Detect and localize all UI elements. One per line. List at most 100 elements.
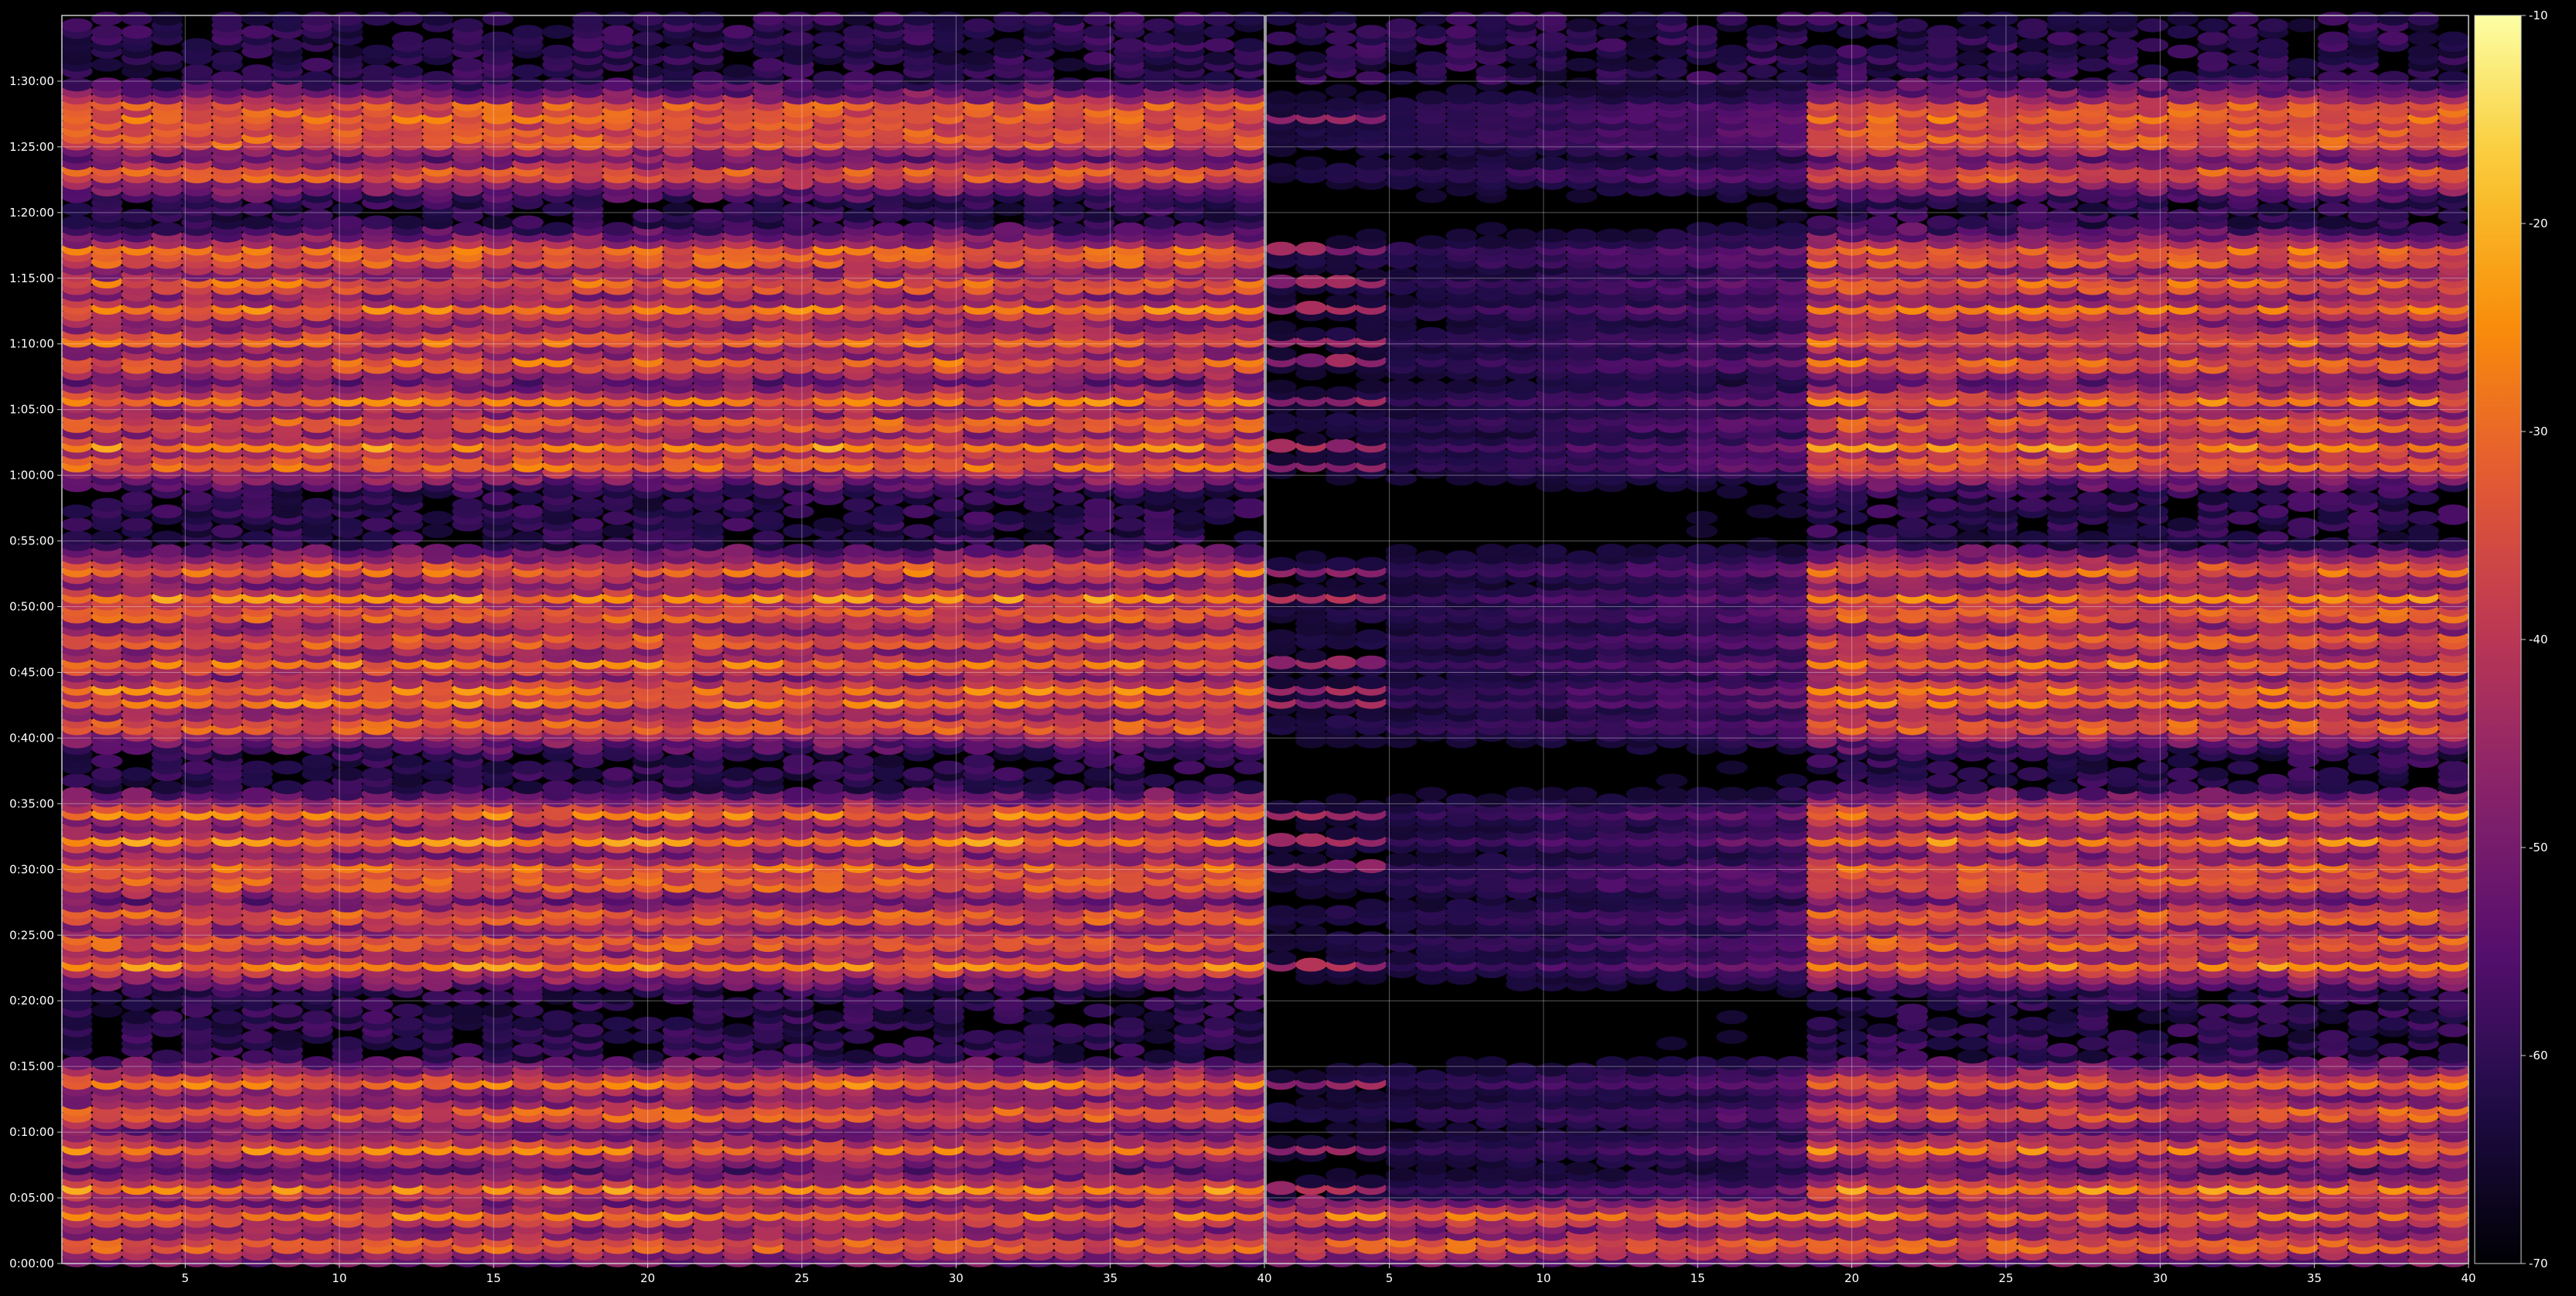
heatmap-cell (1023, 767, 1055, 782)
heatmap-cell (722, 497, 754, 512)
heatmap-cell (1173, 760, 1206, 775)
heatmap-cell (783, 544, 814, 558)
heatmap-cell (332, 517, 363, 532)
heatmap-cell (1053, 760, 1085, 775)
chart-svg: 5 10 15 20 25 30 35 40 5 10 15 20 25 30 35 400:00:000:0… (0, 0, 2576, 1293)
heatmap-cell (902, 1036, 935, 1051)
heatmap-cell (241, 786, 273, 801)
heatmap-cell (1203, 1056, 1235, 1070)
heatmap-cell (332, 1036, 363, 1051)
heatmap-cell (1023, 997, 1055, 1011)
heatmap-cell (692, 1056, 724, 1070)
heatmap-cell (1023, 530, 1055, 545)
heatmap-cell (813, 760, 844, 775)
heatmap-cell (271, 1004, 303, 1018)
heatmap-cell (271, 1029, 303, 1044)
heatmap-cell (963, 544, 995, 558)
heatmap-cell (121, 767, 153, 782)
heatmap-cell (1053, 537, 1085, 551)
heatmap-cell (602, 1016, 634, 1031)
heatmap-cell (211, 1056, 243, 1070)
heatmap-cell (512, 1042, 544, 1057)
heatmap-cell (602, 1029, 634, 1044)
heatmap-cell (482, 491, 513, 506)
heatmap-cell (602, 767, 634, 782)
heatmap-cell (1203, 773, 1235, 788)
heatmap-cell (211, 524, 243, 538)
heatmap-cell (391, 510, 424, 525)
heatmap-cell (421, 510, 454, 525)
heatmap-cell (302, 754, 333, 769)
heatmap-cell (151, 530, 183, 545)
heatmap-cell (1203, 544, 1235, 558)
heatmap-cell (783, 786, 814, 801)
heatmap-cell (391, 1036, 424, 1051)
heatmap-cell (843, 497, 875, 512)
heatmap-cell (843, 530, 875, 545)
heatmap-cell (752, 767, 784, 782)
heatmap-cell (181, 1016, 213, 1031)
heatmap-cell (91, 1056, 123, 1070)
heatmap-cell (61, 504, 93, 519)
heatmap-cell (302, 497, 333, 512)
heatmap-cell (332, 537, 363, 551)
heatmap-cell (271, 780, 303, 795)
heatmap-cell (602, 510, 634, 525)
heatmap-cell (302, 780, 333, 795)
heatmap-cell (813, 1029, 844, 1044)
heatmap-cell (843, 1049, 875, 1064)
heatmap-cell (963, 754, 995, 769)
heatmap-cell (1143, 1049, 1175, 1064)
heatmap-cell (902, 767, 935, 782)
heatmap-cell (1113, 754, 1145, 769)
heatmap-cell (572, 497, 604, 512)
heatmap-cell (783, 491, 814, 506)
heatmap-cell (1053, 491, 1085, 506)
heatmap-cell (783, 1042, 814, 1057)
heatmap-cell (632, 780, 664, 795)
heatmap-cell (963, 991, 995, 1004)
heatmap-cell (362, 767, 394, 782)
heatmap-cell (602, 537, 634, 551)
heatmap-cell (752, 1049, 784, 1064)
heatmap-cell (1113, 504, 1145, 519)
heatmap-cell (241, 1029, 273, 1044)
heatmap-cell (602, 524, 634, 538)
heatmap-cell (813, 517, 844, 532)
heatmap-cell (121, 997, 153, 1011)
heatmap-cell (391, 544, 424, 558)
heatmap-cell (993, 1029, 1025, 1044)
heatmap-cell (302, 1010, 333, 1025)
heatmap-cell (151, 544, 183, 558)
heatmap-cell (1143, 997, 1175, 1011)
heatmap-cell (752, 530, 784, 545)
heatmap-cell (1143, 786, 1175, 801)
heatmap-cell (752, 510, 784, 525)
heatmap-cell (91, 767, 123, 782)
heatmap-cell (362, 1010, 394, 1025)
heatmap-cell (1053, 1042, 1085, 1057)
heatmap-cell (482, 786, 513, 801)
heatmap-cell (362, 517, 394, 532)
heatmap-cell (542, 1010, 574, 1025)
heatmap-cell (1143, 1029, 1175, 1044)
heatmap-cell (1203, 497, 1235, 512)
heatmap-cell (1023, 510, 1055, 525)
heatmap-cell (61, 517, 93, 532)
heatmap-cell (993, 767, 1025, 782)
heatmap-cell (482, 1004, 513, 1018)
heatmap-cell (813, 780, 844, 795)
heatmap-cell (692, 510, 724, 525)
heatmap-cell (963, 1056, 995, 1070)
heatmap-cell (1053, 1023, 1085, 1038)
heatmap-cell (872, 780, 905, 795)
heatmap-cell (391, 754, 424, 769)
heatmap-cell (1233, 780, 1265, 795)
heatmap-cell (902, 524, 935, 538)
heatmap-cell (1173, 780, 1206, 795)
heatmap-cell (421, 780, 454, 795)
heatmap-cell (452, 497, 483, 512)
heatmap-cell (512, 1016, 544, 1031)
heatmap-cell (1173, 510, 1206, 525)
heatmap-cell (302, 1056, 333, 1070)
